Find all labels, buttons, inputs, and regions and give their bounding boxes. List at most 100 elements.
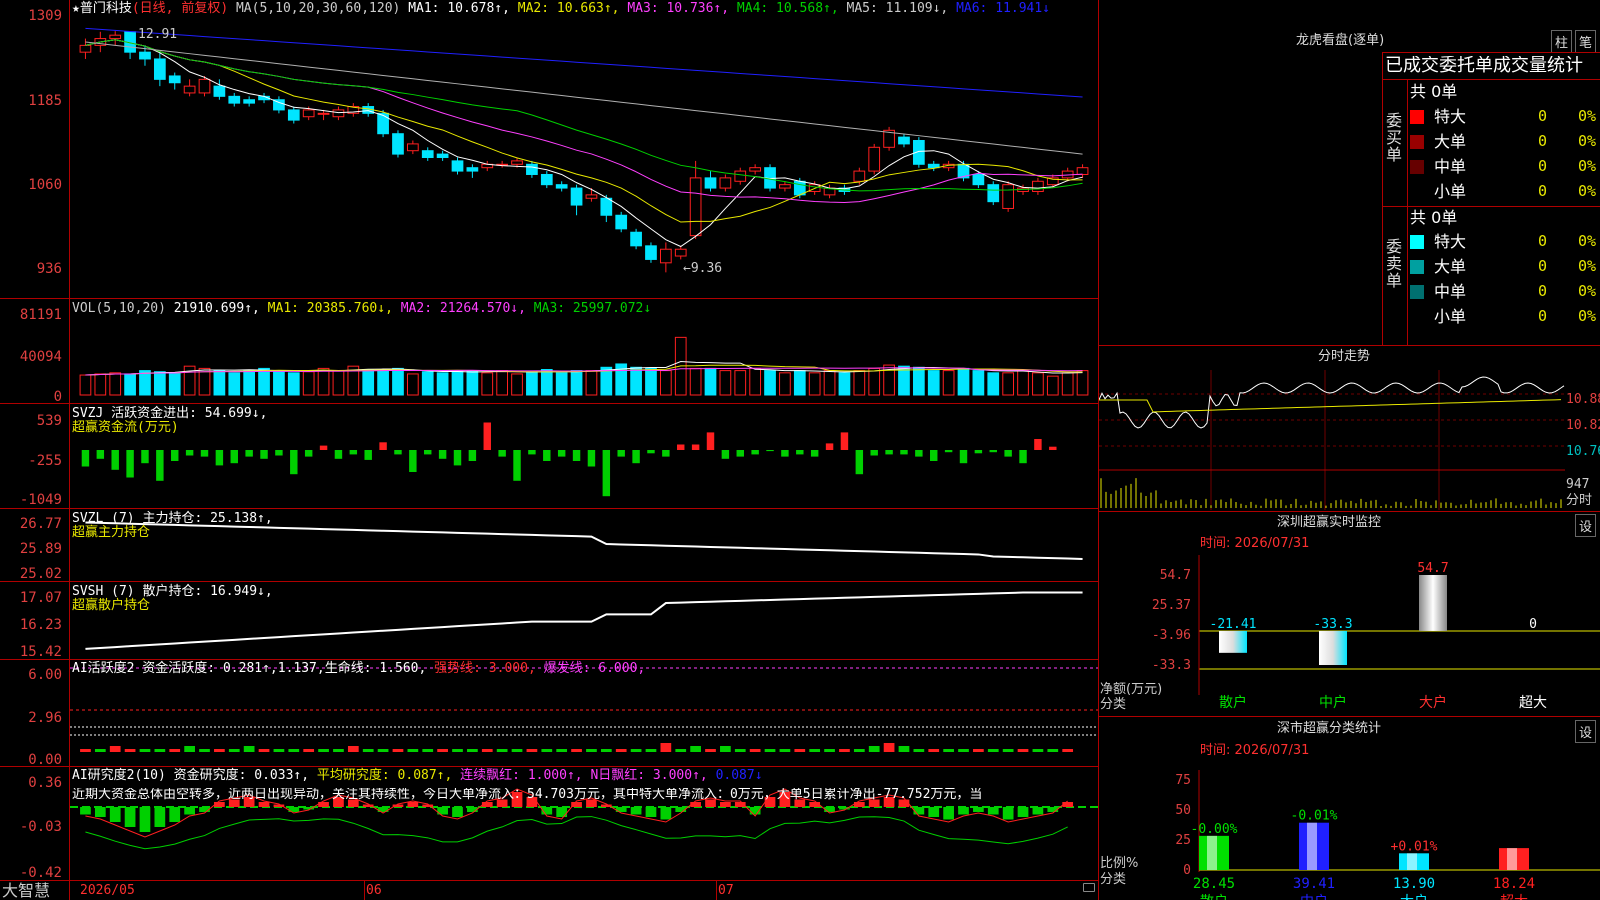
research-bar [973,807,984,812]
fund-flow-bar [588,450,595,467]
fund-flow-bar [1004,450,1011,457]
monitor-cat: 分类 [1100,698,1126,712]
fund-flow-bar [424,450,431,454]
fund-flow-bar [841,432,848,450]
stats-settings-button[interactable]: 设 [1575,720,1596,743]
y-tick: 16.23 [0,617,62,633]
volume-bar [482,373,493,395]
candle-body [1003,185,1014,209]
activity-bar [482,749,493,752]
monitor-chart[interactable]: 54.7 25.37 -3.96 -33.3 -21.41 散户 -33.3 中户 54.7 大户… [1099,555,1600,715]
candle-body [646,246,657,260]
activity-bar [244,746,255,752]
stats-title: 深市超赢分类统计 [1277,722,1381,736]
candle-body [288,110,299,120]
activity-bar [854,749,865,752]
volume-bar [809,373,820,395]
x-tick-mark [716,880,717,900]
fund-flow-bar [454,450,461,465]
tab-tick[interactable]: 笔 [1575,30,1596,53]
lock-icon[interactable] [1083,883,1095,892]
volume-bar [943,371,954,395]
research-bar [154,807,165,827]
row-name: 特大 [1434,233,1466,251]
activity-bar [586,749,597,752]
fund-flow-bar [97,450,104,459]
ai-active-strong: 强势线: 3.000, [434,661,536,676]
volume-bar [1018,371,1029,395]
ai-research-cont: 连续飘红: 1.000↑, [460,768,582,783]
svzj-title: SVZJ 活跃资金进出: 54.699↓, [72,407,267,421]
candle-body [512,161,523,164]
monitor-time: 时间: 2026/07/31 [1200,537,1309,551]
fund-flow-bar [350,450,357,454]
volume-bar [690,368,701,395]
monitor-y-tick: -3.96 [1152,628,1191,643]
fund-flow-bar [856,450,863,474]
activity-bar [750,749,761,752]
retail-position-line [85,593,1082,649]
tab-column[interactable]: 柱 [1551,30,1572,53]
candle-body [169,76,180,83]
chart-mode[interactable]: (日线, 前复权) [132,1,228,16]
monitor-unit: 净额(万元) [1100,683,1162,697]
activity-bar [214,749,225,752]
candle-body [720,178,731,188]
ma6-line [85,28,1082,97]
activity-bar [839,749,850,752]
candle-body [988,185,999,202]
ai-research-chart[interactable] [70,767,1098,880]
research-green-line [85,817,1067,849]
activity-bar [705,749,716,752]
activity-bar [393,749,404,752]
ma-header: MA(5,10,20,30,60,120) [236,1,400,16]
activity-bar [899,746,910,752]
fund-flow-bar [826,443,833,450]
fund-flow-bar [245,450,252,457]
buy-total: 共 0单 [1410,83,1457,101]
ma3-label: MA3: 10.736↑, [627,1,729,16]
candle-body [735,171,746,181]
activity-bar [720,746,731,752]
star-icon[interactable]: ★ [72,1,80,16]
stats-bar-value: 13.90 [1393,876,1435,892]
monitor-title: 深圳超赢实时监控 [1277,516,1381,530]
volume-bar [839,373,850,395]
candle-body [244,100,255,103]
ai-research-header: AI研究度2(10) 资金研究度: 0.033↑, 平均研究度: 0.087↑,… [72,769,763,783]
research-bar [125,807,136,827]
candle-body [199,79,210,93]
activity-bar [1047,749,1058,752]
volume-bar [110,373,121,395]
volume-bar [765,371,776,395]
activity-bar [928,749,939,752]
row-count: 0 [1538,284,1547,298]
y-tick: -0.03 [0,819,62,835]
monitor-category: 散户 [1219,694,1247,711]
fund-flow-bar [186,450,193,456]
fund-flow-bar [379,442,386,450]
stats-y-tick: 75 [1175,773,1191,788]
volume-bar [229,373,240,395]
intraday-frame [1099,370,1565,510]
volume-bar [1003,373,1014,395]
row-pct: 0% [1578,284,1596,298]
volume-bar [705,368,716,395]
candle-body [675,249,686,256]
intraday-chart[interactable] [1099,370,1600,510]
low-price-mark: ←9.36 [683,262,722,276]
research-bar [943,807,954,820]
fund-flow-bar [364,450,371,460]
stats-chart[interactable]: 75 50 25 0 -0.00% 28.45散户 -0.01% 39.41中户 +0.01% 1… [1099,760,1600,900]
fund-flow-bar [156,450,163,481]
row-count: 0 [1538,184,1547,198]
monitor-settings-button[interactable]: 设 [1575,514,1596,537]
sell-total: 共 0单 [1410,209,1457,227]
volume-bar [378,371,389,395]
research-bar [720,802,731,807]
main-candlestick-chart[interactable] [70,0,1098,298]
candle-body [660,249,671,263]
activity-bar [80,749,91,752]
activity-bar [378,749,389,752]
main-position-line [85,522,1082,559]
